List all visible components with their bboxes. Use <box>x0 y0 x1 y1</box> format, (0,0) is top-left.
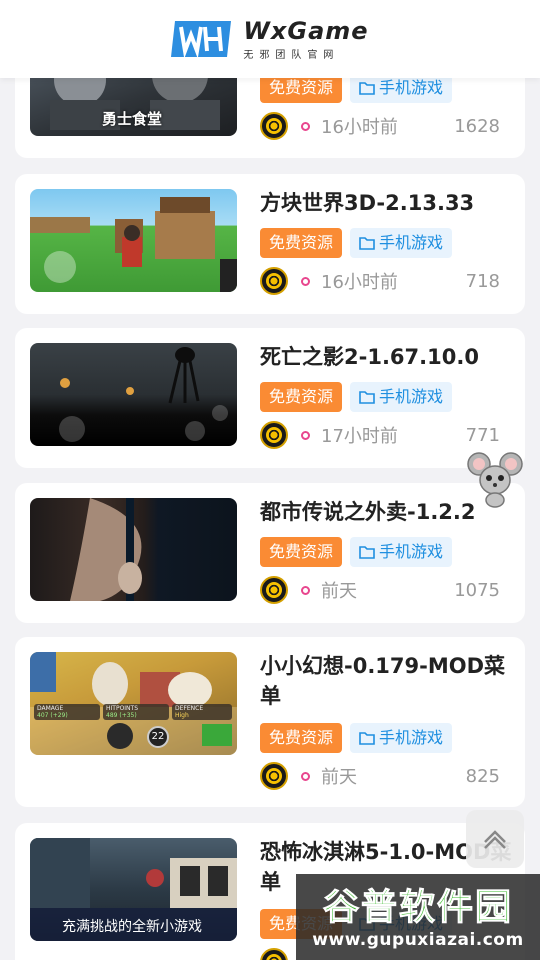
card-meta: 17小时前 771 <box>260 421 500 449</box>
tag-label: 手机游戏 <box>379 233 444 252</box>
stat-panel-damage: DAMAGE 407 (+29) <box>34 704 100 720</box>
clock-dot-icon <box>301 771 310 781</box>
game-thumbnail[interactable] <box>30 498 237 601</box>
post-time: 16小时前 <box>321 117 398 138</box>
tag-label: 手机游戏 <box>379 542 444 561</box>
clock-dot-icon <box>301 121 310 131</box>
folder-icon <box>359 82 375 95</box>
mobile-games-tag[interactable]: 手机游戏 <box>350 382 453 412</box>
watermark-url: www.gupuxiazai.com <box>312 930 524 950</box>
clock-dot-icon <box>301 430 310 440</box>
stat-value: High <box>175 712 189 719</box>
folder-icon <box>359 546 375 559</box>
folder-icon <box>359 391 375 404</box>
clock-dot-icon <box>301 276 310 286</box>
stat-panel-defence: DEFENCE High <box>172 704 232 720</box>
game-thumbnail[interactable]: DAMAGE 407 (+29) HITPOINTS 489 (+35) DEF… <box>30 652 237 755</box>
game-title[interactable]: 死亡之影2-1.67.10.0 <box>260 342 515 372</box>
free-resource-tag[interactable]: 免费资源 <box>260 228 343 258</box>
folder-icon <box>359 237 375 250</box>
author-avatar[interactable] <box>260 948 288 960</box>
author-avatar[interactable] <box>260 267 288 295</box>
game-thumbnail[interactable]: 充满挑战的全新小游戏 <box>30 838 237 941</box>
author-avatar[interactable] <box>260 112 288 140</box>
view-count: 1075 <box>454 579 500 601</box>
site-watermark: 谷普软件园 www.gupuxiazai.com <box>296 874 540 960</box>
folder-icon <box>359 732 375 745</box>
logo-title: WxGame <box>243 16 369 45</box>
author-avatar[interactable] <box>260 421 288 449</box>
tag-label: 手机游戏 <box>379 728 444 747</box>
mobile-games-tag[interactable]: 手机游戏 <box>350 723 453 753</box>
game-card[interactable]: 死亡之影2-1.67.10.0 免费资源 手机游戏 17小时前 771 <box>15 328 525 468</box>
game-card[interactable]: 方块世界3D-2.13.33 免费资源 手机游戏 16小时前 718 <box>15 174 525 314</box>
author-avatar[interactable] <box>260 576 288 604</box>
site-logo[interactable]: WxGame 无邪团队官网 <box>171 17 368 61</box>
post-time: 前天 <box>321 767 357 788</box>
game-title[interactable]: 方块世界3D-2.13.33 <box>260 188 515 218</box>
view-count: 771 <box>465 424 500 446</box>
watermark-title: 谷普软件园 <box>322 887 513 929</box>
game-thumbnail[interactable] <box>30 189 237 292</box>
author-avatar[interactable] <box>260 762 288 790</box>
stat-panel-hitpoints: HITPOINTS 489 (+35) <box>103 704 169 720</box>
card-meta: 16小时前 718 <box>260 267 500 295</box>
game-title[interactable]: 小小幻想-0.179-MOD菜单 <box>260 651 515 711</box>
stat-value: 407 (+29) <box>37 712 68 719</box>
post-time: 前天 <box>321 581 357 602</box>
mouse-mascot-icon[interactable] <box>466 450 524 508</box>
arrow-up-icon <box>484 830 506 849</box>
logo-subtitle: 无邪团队官网 <box>243 49 340 61</box>
mobile-games-tag[interactable]: 手机游戏 <box>350 537 453 567</box>
view-count: 1628 <box>454 115 500 137</box>
card-meta: 16小时前 1628 <box>260 112 500 140</box>
post-time: 17小时前 <box>321 426 398 447</box>
tag-label: 手机游戏 <box>379 387 444 406</box>
level-badge: 22 <box>147 726 169 748</box>
post-time: 16小时前 <box>321 272 398 293</box>
back-to-top-button[interactable] <box>466 810 524 868</box>
view-count: 825 <box>465 765 500 787</box>
view-count: 718 <box>465 270 500 292</box>
free-resource-tag[interactable]: 免费资源 <box>260 723 343 753</box>
free-resource-tag[interactable]: 免费资源 <box>260 382 343 412</box>
site-header: WxGame 无邪团队官网 <box>0 0 540 78</box>
thumbnail-caption: 勇士食堂 <box>102 110 163 128</box>
stat-label: DEFENCE <box>175 705 204 712</box>
free-resource-tag[interactable]: 免费资源 <box>260 537 343 567</box>
wx-logo-icon <box>171 21 232 59</box>
stat-label: HITPOINTS <box>106 705 139 712</box>
stat-label: DAMAGE <box>37 705 64 712</box>
mobile-games-tag[interactable]: 手机游戏 <box>350 228 453 258</box>
clock-dot-icon <box>301 585 310 595</box>
card-meta: 前天 825 <box>260 762 500 790</box>
stat-value: 489 (+35) <box>106 712 137 719</box>
game-card[interactable]: DAMAGE 407 (+29) HITPOINTS 489 (+35) DEF… <box>15 637 525 807</box>
thumbnail-caption: 充满挑战的全新小游戏 <box>62 919 202 935</box>
card-meta: 前天 1075 <box>260 576 500 604</box>
game-thumbnail[interactable] <box>30 343 237 446</box>
game-card[interactable]: 都市传说之外卖-1.2.2 免费资源 手机游戏 前天 1075 <box>15 483 525 623</box>
